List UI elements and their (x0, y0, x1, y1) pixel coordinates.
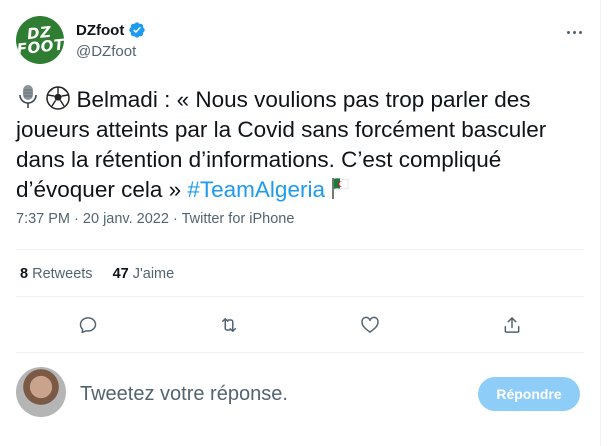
divider (16, 249, 584, 250)
verified-badge-icon (129, 22, 145, 38)
microphone-icon (19, 85, 37, 108)
author-avatar[interactable]: DZ FOOT (16, 16, 64, 64)
share-icon[interactable] (497, 310, 527, 340)
meta-separator: · (172, 211, 178, 227)
more-options-icon[interactable] (563, 22, 585, 42)
reply-icon[interactable] (73, 310, 103, 340)
reply-button[interactable]: Répondre (478, 377, 580, 411)
tweet-actions-bar (0, 310, 600, 340)
retweets-count: 8 (20, 266, 29, 282)
current-user-avatar[interactable] (16, 367, 66, 417)
like-icon[interactable] (355, 310, 385, 340)
dzfoot-logo: DZ FOOT (16, 22, 64, 59)
reply-input[interactable] (80, 380, 440, 408)
tweet-body: Belmadi : « Nous voulions pas trop parle… (16, 84, 586, 205)
tweet-time[interactable]: 7:37 PM (16, 211, 70, 227)
tweet-metadata: 7:37 PM · 20 janv. 2022 · Twitter for iP… (16, 211, 294, 227)
author-name-row: DZfoot (76, 21, 146, 39)
likes-stat[interactable]: 47 J'aime (113, 266, 175, 282)
algeria-flag-icon (332, 177, 349, 199)
likes-label: J'aime (132, 266, 175, 282)
retweets-stat[interactable]: 8 Retweets (20, 266, 93, 282)
meta-separator: · (74, 211, 79, 227)
divider (16, 352, 584, 353)
soccer-ball-icon (46, 86, 71, 110)
tweet-detail-panel: DZ FOOT DZfoot @DZfoot Belmadi : « Nous v… (0, 0, 601, 446)
author-display-name[interactable]: DZfoot (76, 22, 124, 39)
author-handle[interactable]: @DZfoot (76, 43, 136, 60)
tweet-date[interactable]: 20 janv. 2022 (83, 211, 169, 227)
divider (16, 296, 584, 297)
tweet-source[interactable]: Twitter for iPhone (182, 211, 295, 227)
retweets-label: Retweets (32, 266, 93, 282)
hashtag-link[interactable]: #TeamAlgeria (187, 177, 325, 202)
tweet-stats: 8 Retweets 47 J'aime (20, 266, 174, 282)
retweet-icon[interactable] (214, 310, 244, 340)
likes-count: 47 (112, 266, 129, 282)
